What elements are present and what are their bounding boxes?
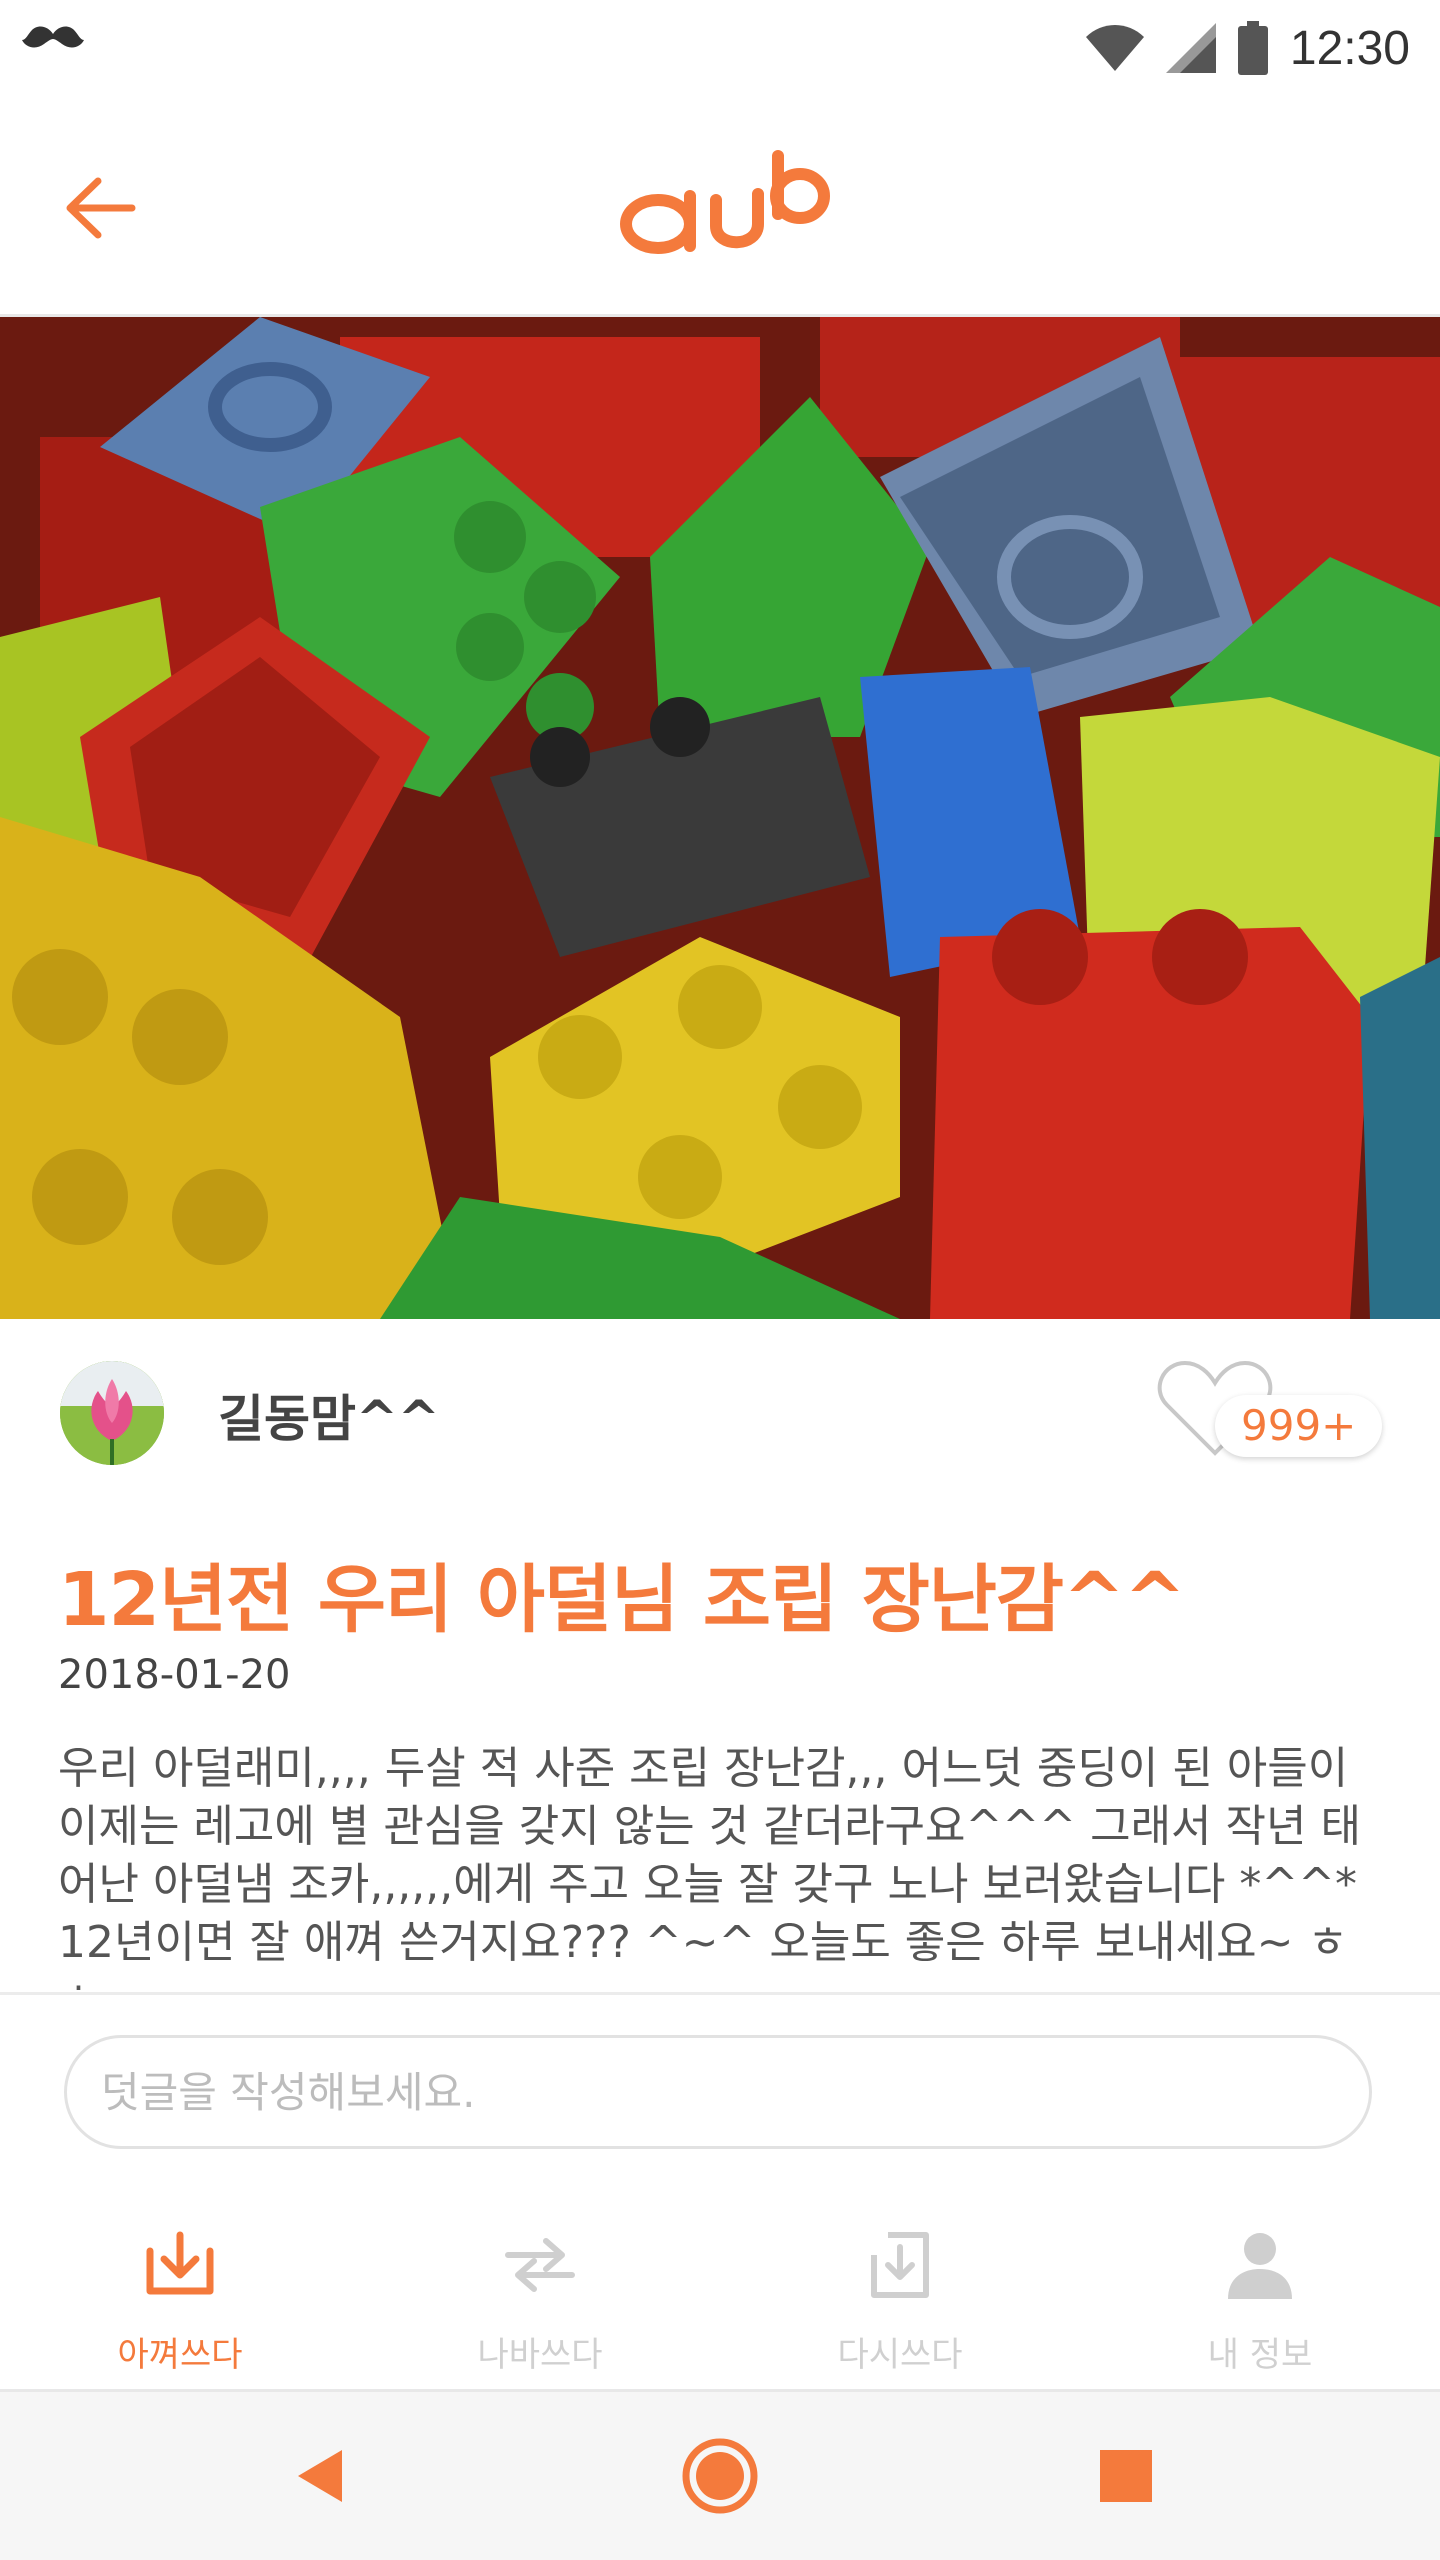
- download-tray-icon: [146, 2231, 214, 2295]
- avatar[interactable]: [60, 1361, 164, 1465]
- app-header: [0, 96, 1440, 317]
- post-date: 2018-01-20: [58, 1652, 291, 1698]
- comment-area: [0, 1992, 1440, 2196]
- system-home-icon[interactable]: [680, 2436, 760, 2516]
- system-back-icon[interactable]: [280, 2436, 360, 2516]
- nav-item-profile[interactable]: 내 정보: [1080, 2193, 1440, 2389]
- nav-label-reuse: 다시쓰다: [837, 2335, 963, 2375]
- nav-label-profile: 내 정보: [1207, 2335, 1313, 2375]
- lego-bricks-image: [0, 317, 1440, 1319]
- nav-item-save[interactable]: 아껴쓰다: [0, 2193, 360, 2389]
- app-logo: [610, 136, 830, 270]
- battery-icon: [1237, 21, 1268, 75]
- flower-avatar-icon: [60, 1361, 164, 1465]
- like-button[interactable]: 999+: [1155, 1359, 1385, 1479]
- system-recents-icon[interactable]: [1086, 2436, 1166, 2516]
- author-row: 길동맘^^ 999+: [0, 1319, 1440, 1499]
- nav-label-save: 아껴쓰다: [117, 2335, 243, 2375]
- nav-item-reuse[interactable]: 다시쓰다: [720, 2193, 1080, 2389]
- author-name[interactable]: 길동맘^^: [218, 1379, 440, 1451]
- comment-input[interactable]: [64, 2035, 1372, 2149]
- reuse-box-icon: [871, 2232, 929, 2298]
- status-bar: 12:30: [0, 0, 1440, 96]
- nav-label-share: 나바쓰다: [477, 2335, 603, 2375]
- nav-item-share[interactable]: 나바쓰다: [360, 2193, 720, 2389]
- exchange-arrows-icon: [505, 2238, 575, 2292]
- person-icon: [1228, 2233, 1292, 2299]
- back-button[interactable]: [50, 158, 150, 258]
- post-title: 12년전 우리 아덜님 조립 장난감^^: [58, 1557, 1186, 1643]
- post-image: [0, 317, 1440, 1319]
- wifi-icon: [1085, 25, 1144, 71]
- back-arrow-icon: [66, 177, 136, 239]
- post-body: 우리 아덜래미,,,, 두살 적 사준 조립 장난감,,, 어느덧 중딩이 된 …: [58, 1743, 1361, 1990]
- bottom-nav: 아껴쓰다 나바쓰다 다시쓰다 내 정보: [0, 2193, 1440, 2392]
- system-nav-bar: [0, 2392, 1440, 2560]
- status-time: 12:30: [1289, 21, 1410, 75]
- signal-icon: [1165, 23, 1216, 73]
- logo-icon: [620, 150, 830, 254]
- mustache-icon: [22, 26, 84, 48]
- like-count: 999+: [1215, 1395, 1383, 1457]
